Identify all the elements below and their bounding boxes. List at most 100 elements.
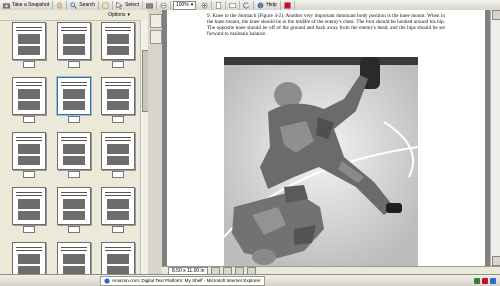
help-button[interactable]: ? Help: [254, 0, 281, 10]
document-page: 9. Knee to the Stomach (Figure 4-2). Ano…: [167, 10, 485, 266]
thumbnail-figure: [63, 144, 85, 154]
thumbnail-text-line: [16, 140, 42, 141]
thumbnail-text-line: [61, 30, 87, 31]
thumbnail-text-line: [105, 247, 131, 248]
scroll-down-button[interactable]: [492, 256, 500, 266]
zoom-select[interactable]: 100% ▾: [173, 0, 197, 10]
chevron-down-icon[interactable]: ▾: [127, 12, 130, 18]
page-width-icon: [229, 2, 237, 8]
thumbnail-figure: [107, 101, 129, 110]
page-thumbnail[interactable]: [101, 77, 135, 115]
document-paragraph: 9. Knee to the Stomach (Figure 4-2). Ano…: [207, 13, 445, 38]
thumbnail-text-line: [105, 30, 131, 31]
snapshot-label: Take a Snapshot: [12, 2, 50, 8]
thumbnail-text-line: [16, 30, 42, 31]
page-thumbnail[interactable]: [101, 132, 135, 170]
rotate-button[interactable]: [240, 0, 255, 10]
thumbnail-text-line: [16, 27, 42, 28]
page-thumbnail[interactable]: [12, 242, 46, 274]
snapshot-button[interactable]: Take a Snapshot: [0, 0, 54, 10]
pages-panel: Options ▾: [0, 10, 149, 274]
thumbnail-text-line: [61, 137, 87, 138]
page-thumbnail[interactable]: [101, 242, 135, 274]
page-number-label: [68, 61, 80, 68]
system-tray: [474, 277, 500, 284]
select-button[interactable]: Select: [113, 0, 143, 10]
fit-width-button[interactable]: [226, 0, 241, 10]
thumbnail-figure: [63, 199, 85, 209]
pdf-button[interactable]: [281, 0, 295, 10]
thumbnail-text-line: [16, 250, 42, 251]
tray-icon[interactable]: [490, 277, 496, 284]
page-number-label: [68, 226, 80, 233]
thumbnail-text-line: [61, 140, 87, 141]
tray-icon[interactable]: [482, 277, 488, 284]
tool-button[interactable]: [99, 0, 114, 10]
search-button[interactable]: Search: [67, 0, 100, 10]
page-thumbnail[interactable]: [12, 77, 46, 115]
page-thumbnail[interactable]: [12, 132, 46, 170]
cursor-icon: [116, 1, 123, 9]
zoom-in-button[interactable]: [198, 0, 213, 10]
panel-scrollbar[interactable]: [140, 20, 149, 274]
hand-icon: [57, 2, 62, 8]
taskbar-item[interactable]: Amazon.com: Digital Text Platform: My Sh…: [100, 275, 265, 286]
thumbnail-text-line: [61, 82, 87, 83]
page-thumbnail[interactable]: [57, 242, 91, 274]
navigation-tabs: [148, 10, 163, 274]
search-icon: [70, 1, 78, 9]
page-number-label: [23, 226, 35, 233]
thumbnail-figure: [18, 266, 40, 274]
select-label: Select: [125, 2, 139, 8]
help-icon: ?: [257, 2, 264, 8]
snapshot-tool-button[interactable]: [143, 0, 157, 10]
page-thumbnail[interactable]: [56, 76, 92, 116]
page-number-label: [23, 61, 35, 68]
bookmarks-tab[interactable]: [150, 30, 162, 44]
page-thumbnail[interactable]: [12, 187, 46, 225]
page-thumbnail[interactable]: [12, 22, 46, 60]
fit-page-button[interactable]: [212, 0, 227, 10]
page-number-label: [68, 116, 80, 123]
thumbnail-figure: [63, 89, 85, 99]
page-number-label: [112, 171, 124, 178]
scroll-up-button[interactable]: [492, 10, 500, 20]
toolbar-button[interactable]: [53, 0, 68, 10]
thumbnail-figure: [18, 144, 40, 154]
zoom-out-button[interactable]: [157, 0, 171, 10]
panel-header: Options ▾: [0, 10, 148, 21]
thumbnail-figure: [107, 211, 129, 220]
page-number-label: [112, 116, 124, 123]
page-number-label: [112, 61, 124, 68]
page-thumbnail[interactable]: [57, 132, 91, 170]
page-thumbnail[interactable]: [57, 187, 91, 225]
document-scrollbar[interactable]: [490, 10, 500, 266]
thumbnail-figure: [107, 199, 129, 209]
thumbnail-text-line: [105, 137, 131, 138]
thumbnail-text-line: [105, 192, 131, 193]
thumbnail-figure: [18, 46, 40, 55]
ie-icon: [104, 277, 110, 284]
thumbnail-figure: [18, 211, 40, 220]
thumbnail-figure: [63, 254, 85, 264]
thumbnail-figure: [63, 46, 85, 55]
page-thumbnail[interactable]: [57, 22, 91, 60]
thumbnail-text-line: [105, 82, 131, 83]
thumbnail-figure: [107, 46, 129, 55]
page-thumbnail[interactable]: [101, 187, 135, 225]
zoom-value: 100%: [176, 2, 189, 8]
thumbnail-figure: [18, 254, 40, 264]
thumbnail-figure: [107, 144, 129, 154]
thumbnail-text-line: [16, 137, 42, 138]
thumbnail-figure: [63, 211, 85, 220]
tray-icon[interactable]: [474, 277, 480, 284]
search-label: Search: [79, 2, 96, 8]
thumbnail-figure: [63, 34, 85, 44]
page-thumbnail[interactable]: [101, 22, 135, 60]
thumbnail-figure: [18, 156, 40, 165]
thumbnail-text-line: [61, 250, 87, 251]
windows-taskbar: Amazon.com: Digital Text Platform: My Sh…: [0, 274, 500, 286]
pages-tab[interactable]: [150, 14, 162, 28]
document-view: 9. Knee to the Stomach (Figure 4-2). Ano…: [162, 10, 490, 266]
options-menu[interactable]: Options: [108, 12, 125, 18]
